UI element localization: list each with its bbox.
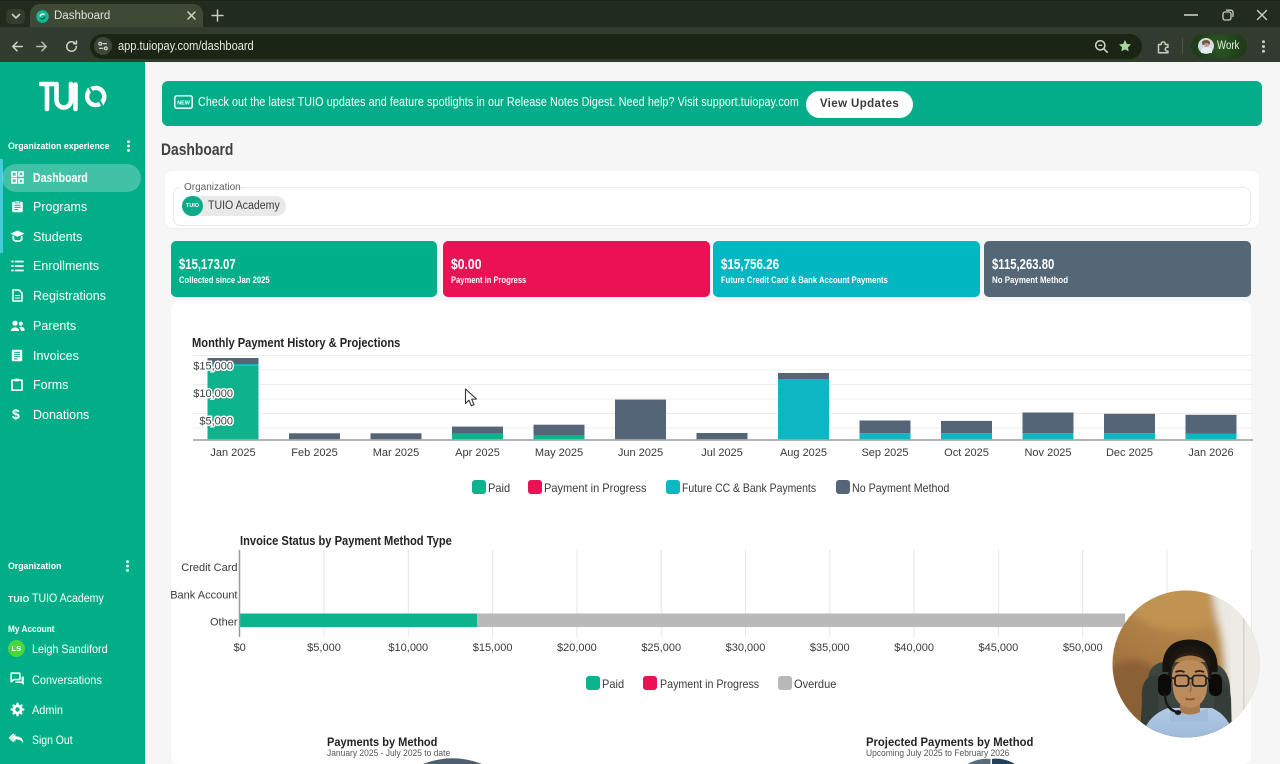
svg-text:Mar 2025: Mar 2025 bbox=[373, 447, 419, 459]
svg-text:$50,000: $50,000 bbox=[1063, 642, 1103, 654]
svg-text:Credit Card: Credit Card bbox=[181, 562, 237, 574]
svg-text:$30,000: $30,000 bbox=[726, 642, 766, 654]
svg-text:Dec 2025: Dec 2025 bbox=[1106, 447, 1153, 459]
svg-text:Jan 2025: Jan 2025 bbox=[210, 447, 255, 459]
svg-text:$10,000: $10,000 bbox=[193, 388, 233, 400]
svg-text:$5,000: $5,000 bbox=[307, 642, 341, 654]
svg-text:Jan 2026: Jan 2026 bbox=[1188, 447, 1233, 459]
svg-text:Feb 2025: Feb 2025 bbox=[291, 447, 337, 459]
svg-text:Nov 2025: Nov 2025 bbox=[1024, 447, 1071, 459]
svg-text:$5,000: $5,000 bbox=[199, 416, 233, 428]
svg-text:$25,000: $25,000 bbox=[641, 642, 681, 654]
svg-text:Oct 2025: Oct 2025 bbox=[944, 447, 989, 459]
svg-text:Aug 2025: Aug 2025 bbox=[780, 447, 827, 459]
svg-text:$45,000: $45,000 bbox=[979, 642, 1019, 654]
svg-text:Jul 2025: Jul 2025 bbox=[701, 447, 743, 459]
svg-text:$15,000: $15,000 bbox=[473, 642, 513, 654]
svg-text:$40,000: $40,000 bbox=[894, 642, 934, 654]
svg-text:Sep 2025: Sep 2025 bbox=[861, 447, 908, 459]
svg-text:NEW: NEW bbox=[177, 101, 190, 107]
svg-text:Jun 2025: Jun 2025 bbox=[618, 447, 663, 459]
svg-text:$20,000: $20,000 bbox=[557, 642, 597, 654]
svg-text:$35,000: $35,000 bbox=[810, 642, 850, 654]
svg-text:$0: $0 bbox=[234, 642, 246, 654]
svg-text:$15,000: $15,000 bbox=[193, 361, 233, 373]
svg-text:Other: Other bbox=[210, 617, 238, 629]
svg-text:$10,000: $10,000 bbox=[388, 642, 428, 654]
svg-text:Apr 2025: Apr 2025 bbox=[455, 447, 500, 459]
svg-text:May 2025: May 2025 bbox=[535, 447, 583, 459]
svg-text:Bank Account: Bank Account bbox=[170, 590, 237, 602]
